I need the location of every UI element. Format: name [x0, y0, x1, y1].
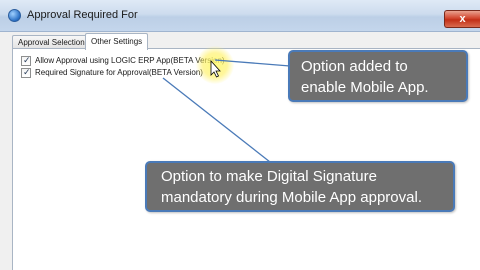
mouse-pointer-icon: [210, 59, 221, 78]
approval-window: Approval Required For x Approval Selecti…: [0, 0, 480, 270]
callout-mobile-app: Option added to enable Mobile App.: [288, 50, 468, 102]
callout-signature-line2: mandatory during Mobile App approval.: [161, 189, 422, 206]
leader-line-signature: [162, 77, 271, 163]
leader-line-mobile-app: [214, 59, 291, 67]
callout-mobile-app-line2: enable Mobile App.: [301, 79, 429, 96]
callout-digital-signature: Option to make Digital Signature mandato…: [145, 161, 455, 212]
callout-mobile-app-line1: Option added to: [301, 58, 408, 75]
callout-leader-lines: [162, 59, 291, 163]
tab-other-settings[interactable]: Other Settings: [85, 33, 149, 50]
callout-signature-line1: Option to make Digital Signature: [161, 168, 377, 185]
